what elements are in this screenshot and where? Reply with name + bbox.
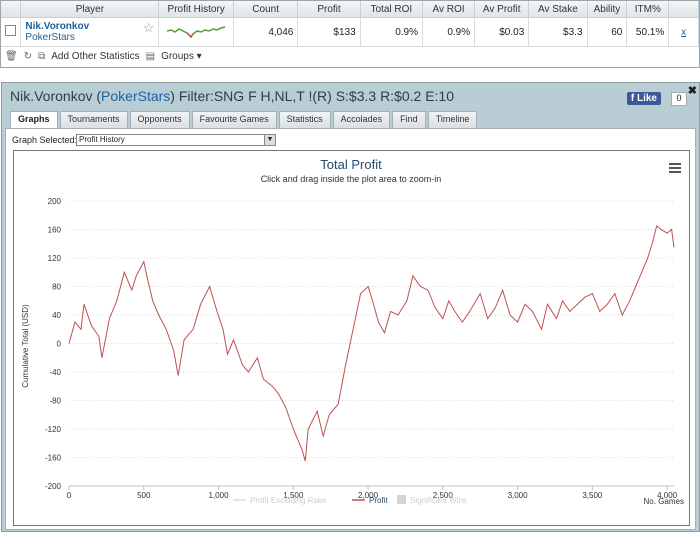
graph-select-dropdown[interactable]: Profit History ▼ (76, 134, 276, 146)
groups-icon: ▤ (145, 51, 156, 62)
tab-favourite-games[interactable]: Favourite Games (191, 111, 277, 129)
title-player: Nik.Voronkov ( (10, 88, 102, 104)
y-tick-label: 160 (48, 226, 62, 235)
panel-title: Nik.Voronkov (PokerStars) Filter:SNG F H… (10, 88, 454, 104)
y-tick-label: -40 (49, 368, 61, 377)
add-stats-icon: ⧉ (38, 51, 46, 62)
total-roi-cell: 0.9% (360, 17, 424, 47)
legend-label-profit-excluding-rake: Profit Excluding Rake (250, 496, 327, 505)
y-tick-label: 120 (48, 254, 62, 263)
av-profit-cell: $0.03 (474, 17, 530, 47)
groups-dropdown[interactable]: Groups ▾ (161, 51, 202, 62)
table-row: Nik.Voronkov PokerStars ☆ 4,046 $133 0.9… (1, 17, 699, 47)
graph-select-value: Profit History (79, 135, 125, 144)
itm-cell: 50.1% (626, 17, 670, 47)
refresh-icon[interactable]: ↻ (24, 51, 32, 62)
groups-label: Groups (161, 51, 194, 62)
tab-opponents[interactable]: Opponents (129, 111, 190, 129)
graph-selected-label: Graph Selected: (12, 135, 78, 145)
tab-tournaments[interactable]: Tournaments (59, 111, 128, 129)
header-av-roi[interactable]: Av ROI (422, 1, 476, 18)
chart-menu-icon[interactable] (669, 163, 681, 173)
trash-icon[interactable]: 🗑 (5, 51, 18, 62)
select-column-header (1, 1, 22, 18)
chart-legend: Profit Excluding Rake Profit Significant… (233, 495, 467, 505)
tab-statistics[interactable]: Statistics (278, 111, 331, 129)
chart-frame: Total Profit Click and drag inside the p… (13, 150, 690, 526)
player-name-link[interactable]: Nik.Voronkov (25, 21, 154, 32)
close-icon[interactable]: ✖ (688, 84, 697, 97)
y-tick-label: 80 (52, 283, 61, 292)
y-tick-label: -80 (49, 397, 61, 406)
row-checkbox[interactable] (5, 25, 17, 36)
y-axis-label: Cumulative Total (USD) (21, 304, 30, 388)
header-itm[interactable]: ITM% (626, 1, 670, 18)
y-tick-label: 0 (57, 340, 62, 349)
legend-label-profit: Profit (369, 496, 388, 505)
y-tick-label: -200 (45, 482, 62, 491)
title-site-link[interactable]: PokerStars (101, 88, 170, 104)
y-tick-label: 40 (52, 311, 61, 320)
graph-tab-content: Graph Selected: Profit History ▼ Total Pr… (5, 128, 696, 530)
header-player[interactable]: Player (20, 1, 160, 18)
player-graph-panel: Nik.Voronkov (PokerStars) Filter:SNG F H… (1, 82, 700, 532)
player-stats-box: Player Profit History Count Profit Total… (0, 0, 700, 68)
x-tick-label: 1,000 (209, 491, 230, 500)
y-tick-label: -160 (45, 454, 62, 463)
title-filter: ) Filter:SNG F H,NL,T !(R) S:$3.3 R:$0.2… (170, 88, 455, 104)
x-tick-label: 500 (137, 491, 151, 500)
x-tick-label: 3,000 (508, 491, 529, 500)
ability-cell: 60 (587, 17, 628, 47)
header-ability[interactable]: Ability (587, 1, 628, 18)
chart-subtitle: Click and drag inside the plot area to z… (261, 174, 442, 184)
tab-timeline[interactable]: Timeline (427, 111, 478, 129)
like-count: 0 (671, 92, 687, 106)
header-count[interactable]: Count (233, 1, 299, 18)
header-profit[interactable]: Profit (297, 1, 361, 18)
player-site-link[interactable]: PokerStars (25, 32, 154, 43)
chevron-down-icon: ▼ (264, 135, 275, 145)
x-tick-label: 0 (67, 491, 72, 500)
y-tick-label: -120 (45, 425, 62, 434)
header-total-roi[interactable]: Total ROI (360, 1, 424, 18)
tab-graphs[interactable]: Graphs (10, 111, 58, 129)
panel-tabs: Graphs Tournaments Opponents Favourite G… (10, 111, 478, 129)
legend-item-significant-wins[interactable]: Significant Wins (397, 495, 467, 505)
player-stats-table: Player Profit History Count Profit Total… (1, 1, 699, 47)
profit-chart[interactable]: Total Profit Click and drag inside the p… (14, 151, 689, 525)
facebook-icon: f (630, 93, 635, 104)
tab-accolades[interactable]: Accolades (332, 111, 391, 129)
count-cell: 4,046 (233, 17, 299, 47)
legend-label-significant-wins: Significant Wins (410, 496, 467, 505)
add-other-statistics-link[interactable]: Add Other Statistics (51, 51, 139, 62)
x-tick-label: 3,500 (582, 491, 603, 500)
header-av-profit[interactable]: Av Profit (474, 1, 530, 18)
profit-cell: $133 (297, 17, 361, 47)
av-stake-cell: $3.3 (528, 17, 588, 47)
like-label: Like (636, 93, 657, 104)
x-axis-label: No. Games (644, 497, 684, 506)
tab-find[interactable]: Find (392, 111, 426, 129)
remove-column-header (668, 1, 699, 18)
chevron-down-icon: ▾ (196, 51, 202, 62)
header-profit-history[interactable]: Profit History (158, 1, 234, 18)
remove-row-link[interactable]: x (668, 17, 699, 47)
favourite-star-icon[interactable]: ☆ (143, 20, 155, 36)
av-roi-cell: 0.9% (422, 17, 476, 47)
table-toolbar: 🗑 ↻ ⧉ Add Other Statistics ▤ Groups ▾ (5, 51, 202, 62)
header-av-stake[interactable]: Av Stake (528, 1, 588, 18)
profit-history-sparkline (166, 25, 226, 38)
facebook-like-button[interactable]: f Like (626, 92, 661, 105)
y-tick-label: 200 (48, 197, 62, 206)
legend-item-profit-excluding-rake[interactable]: Profit Excluding Rake (233, 496, 327, 505)
chart-title: Total Profit (320, 157, 382, 172)
